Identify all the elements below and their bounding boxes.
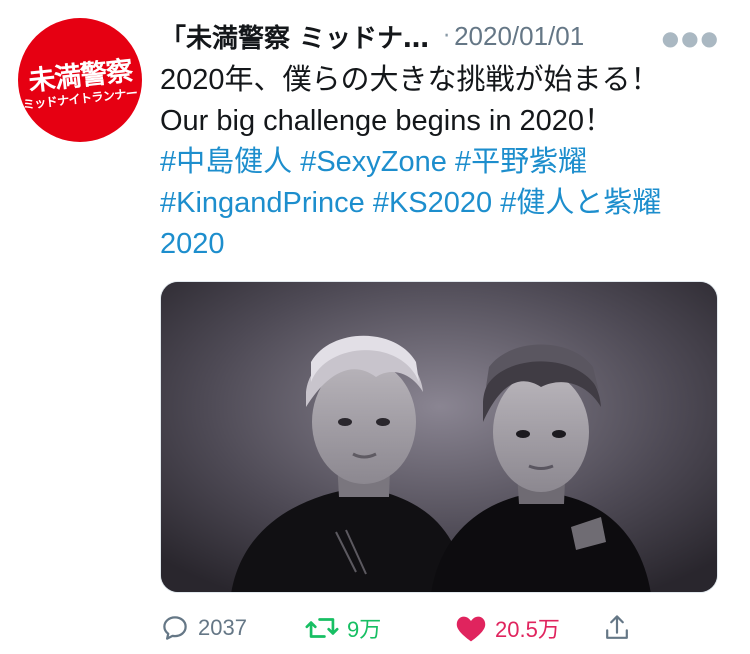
hashtag-link[interactable]: #中島健人 bbox=[160, 146, 292, 178]
tweet-text-line-2: Our big challenge begins in 2020！ bbox=[160, 105, 614, 137]
heart-icon bbox=[456, 616, 486, 642]
like-count: 20.5万 bbox=[495, 617, 560, 642]
reply-button[interactable]: 2037 bbox=[160, 613, 305, 643]
hashtag-link[interactable]: #健人と紫耀 bbox=[500, 187, 661, 219]
retweet-button[interactable]: 9万 bbox=[305, 612, 455, 644]
hashtag-link[interactable]: #平野紫耀 bbox=[455, 146, 587, 178]
share-icon bbox=[606, 615, 628, 639]
hashtag-link[interactable]: #KS2020 bbox=[373, 187, 492, 219]
display-name[interactable]: 「未満警察 ミッドナ… bbox=[160, 18, 429, 55]
share-button[interactable] bbox=[603, 613, 631, 643]
timestamp[interactable]: 2020/01/01 bbox=[454, 21, 584, 52]
separator-dot: · bbox=[443, 23, 451, 49]
hashtag-line-3: 2020 bbox=[160, 224, 730, 265]
hashtag-link[interactable]: #KingandPrince bbox=[160, 187, 365, 219]
avatar[interactable]: 未満警察 ミッドナイトランナー bbox=[18, 18, 142, 142]
tweet-photo[interactable] bbox=[160, 281, 718, 593]
hashtag-line-1: #中島健人 #SexyZone #平野紫耀 bbox=[160, 142, 730, 183]
hashtag-link-continued[interactable]: 2020 bbox=[160, 228, 225, 260]
tweet-text-line-1: 2020年、僕らの大きな挑戦が始まる！ bbox=[160, 64, 660, 96]
tweet-header: 「未満警察 ミッドナ… · 2020/01/01 ●●● bbox=[160, 18, 740, 54]
hashtag-line-2: #KingandPrince #KS2020 #健人と紫耀 bbox=[160, 183, 730, 224]
more-icon[interactable]: ●●● bbox=[662, 26, 720, 50]
retweet-icon bbox=[305, 618, 339, 638]
hashtag-link[interactable]: #SexyZone bbox=[300, 146, 447, 178]
photo-illustration bbox=[161, 282, 717, 592]
like-button[interactable]: 20.5万 bbox=[455, 612, 603, 644]
retweet-count: 9万 bbox=[347, 617, 382, 642]
tweet-text: 2020年、僕らの大きな挑戦が始まる！ Our big challenge be… bbox=[160, 60, 730, 265]
reply-icon bbox=[163, 616, 187, 640]
reply-count: 2037 bbox=[198, 615, 247, 640]
tweet-actions: 2037 9万 20.5万 bbox=[160, 610, 640, 646]
